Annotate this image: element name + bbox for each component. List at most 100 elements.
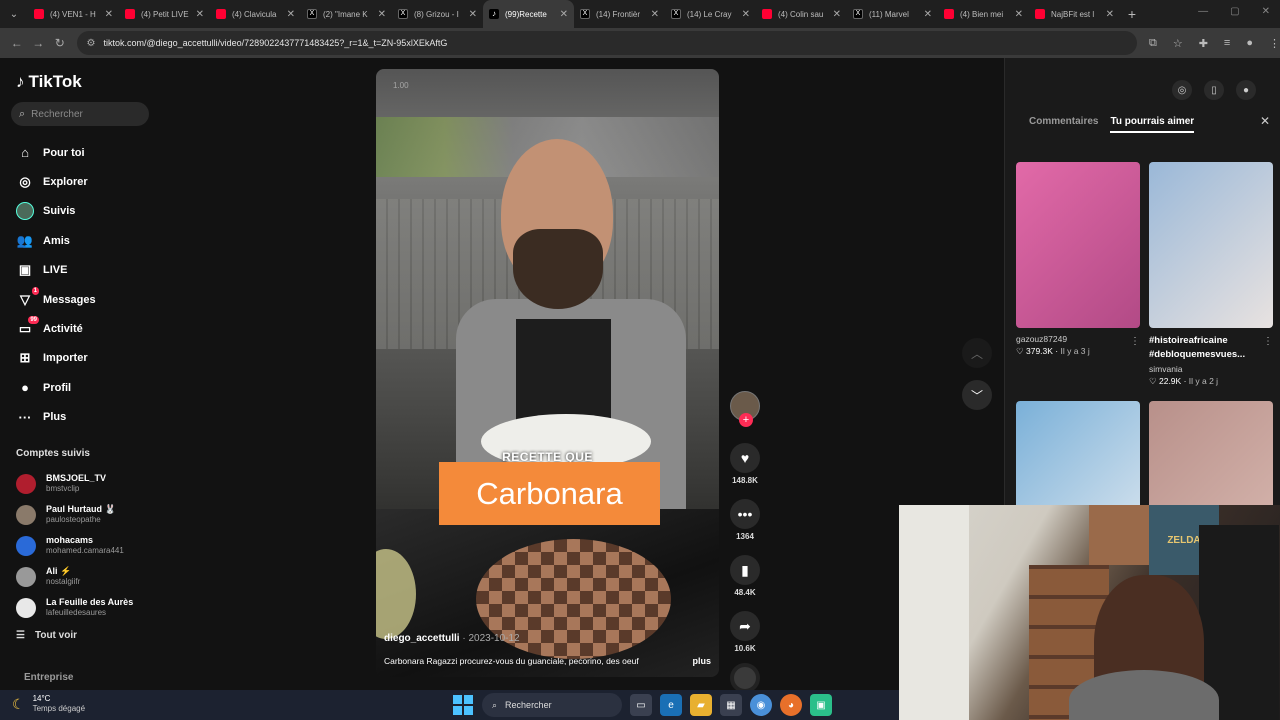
maximize-icon[interactable]: ▢ (1230, 6, 1239, 17)
nav-item-importer[interactable]: ⊞ Importer (16, 344, 96, 373)
tab-close-icon[interactable]: ✕ (287, 9, 295, 20)
like-button[interactable]: ♥ (730, 443, 760, 473)
tab-close-icon[interactable]: ✕ (196, 9, 204, 20)
chrome-icon[interactable]: ◉ (750, 694, 772, 716)
browser-tab[interactable]: (4) Colin sau ✕ (756, 0, 847, 28)
store-icon[interactable]: ▦ (720, 694, 742, 716)
new-tab-button[interactable]: + (1120, 6, 1144, 22)
tab-close-icon[interactable]: ✕ (378, 9, 386, 20)
close-window-icon[interactable]: ✕ (1262, 6, 1270, 17)
browser-tab[interactable]: X (14) Le Cray ✕ (665, 0, 756, 28)
recommended-video-card[interactable]: gazouz87249 ♡ 379.3K · Il y a 3 j ⋮ (1016, 162, 1140, 357)
nav-item-profil[interactable]: ● Profil (16, 373, 96, 402)
site-info-icon[interactable]: ⚙ (87, 38, 96, 49)
avatar[interactable]: ● (1236, 80, 1256, 100)
nav-item-suivis[interactable]: Suivis (16, 197, 96, 226)
video-description: Carbonara Ragazzi procurez-vous du guanc… (384, 656, 711, 666)
music-disc-icon[interactable] (730, 663, 760, 693)
device-icon[interactable]: ▯ (1204, 80, 1224, 100)
recommended-video-card[interactable]: #histoireafricaine #debloquemesvues... si… (1149, 162, 1273, 387)
browser-tab[interactable]: X (11) Marvel ✕ (847, 0, 938, 28)
nav-item-messages[interactable]: ▽ 1 Messages (16, 285, 96, 314)
video-player[interactable]: 1.00 RECETTE QUE Carbonara diego_accettu… (376, 69, 719, 677)
tab-search-icon[interactable]: ⌄ (0, 0, 28, 28)
following-account[interactable]: Paul Hurtaud 🐰 paulosteopathe (16, 499, 133, 530)
address-bar[interactable]: ⚙ tiktok.com/@diego_accettulli/video/728… (76, 31, 1137, 55)
taskbar-search[interactable]: ⌕ Rechercher (482, 693, 622, 717)
browser-tab[interactable]: X (8) Grizou - I ✕ (392, 0, 483, 28)
more-options-icon[interactable]: ⋮ (1130, 336, 1140, 347)
tab-media-icon[interactable]: ≡ (1224, 37, 1230, 50)
tab-close-icon[interactable]: ✕ (105, 9, 113, 20)
nav-item-live[interactable]: ▣ LIVE (16, 256, 96, 285)
tab-recommended[interactable]: Tu pourrais aimer (1110, 116, 1195, 133)
card-username[interactable]: gazouz87249 (1016, 334, 1140, 344)
tab-close-icon[interactable]: ✕ (924, 9, 932, 20)
nav-item-amis[interactable]: 👥 Amis (16, 226, 96, 255)
following-account[interactable]: La Feuille des Aurès lafeuilledesaures (16, 592, 133, 623)
firefox-icon[interactable]: ◕ (780, 694, 802, 716)
nav-item-plus[interactable]: ··· Plus (16, 403, 96, 432)
minimize-icon[interactable]: — (1198, 6, 1208, 17)
app-icon[interactable]: ▣ (810, 694, 832, 716)
nav-item-explorer[interactable]: ◎ Explorer (16, 167, 96, 196)
extensions-icon[interactable]: ✚ (1199, 37, 1208, 50)
save-button[interactable]: ▮ (730, 555, 760, 585)
playback-speed[interactable]: 1.00 (393, 81, 409, 90)
follow-plus-icon[interactable]: + (739, 413, 753, 427)
browser-tab[interactable]: ♪ (99)Recette ✕ (483, 0, 574, 28)
browser-tab[interactable]: (4) Petit LIVE ✕ (119, 0, 210, 28)
video-thumbnail[interactable] (1016, 162, 1140, 328)
task-view-icon[interactable]: ▭ (630, 694, 652, 716)
file-explorer-icon[interactable]: ▰ (690, 694, 712, 716)
browser-tab[interactable]: (4) Bien mei ✕ (938, 0, 1029, 28)
close-icon[interactable]: ✕ (1260, 114, 1270, 128)
next-video-button[interactable]: ﹀ (962, 380, 992, 410)
nav-item-pourtoi[interactable]: ⌂ Pour toi (16, 138, 96, 167)
reload-icon[interactable]: ↻ (49, 36, 71, 50)
edge-icon[interactable]: e (660, 694, 682, 716)
share-button[interactable]: ➦ (730, 611, 760, 641)
chevron-up-icon: ︿ (970, 346, 983, 361)
browser-tab[interactable]: NajBFit est l ✕ (1029, 0, 1120, 28)
browser-tab[interactable]: X (14) Frontièr ✕ (574, 0, 665, 28)
tab-close-icon[interactable]: ✕ (833, 9, 841, 20)
following-account[interactable]: BMSJOEL_TV bmstvclip (16, 468, 133, 499)
following-account[interactable]: mohacams mohamed.camara441 (16, 530, 133, 561)
previous-video-button[interactable]: ︿ (962, 338, 992, 368)
bookmark-star-icon[interactable]: ☆ (1173, 37, 1183, 50)
profile-icon[interactable]: ● (1246, 37, 1253, 50)
see-all-button[interactable]: ☰ Tout voir (16, 630, 77, 641)
following-account[interactable]: Ali ⚡ nostalgiifr (16, 561, 133, 592)
compass-icon[interactable]: ◎ (1172, 80, 1192, 100)
weather-widget[interactable]: ☾ 14°C Temps dégagé (12, 694, 85, 714)
menu-icon[interactable]: ⋮ (1269, 37, 1280, 50)
tab-close-icon[interactable]: ✕ (560, 9, 568, 20)
nav-item-activit[interactable]: ▭ 99 Activité (16, 314, 96, 343)
tab-close-icon[interactable]: ✕ (651, 9, 659, 20)
search-input[interactable]: ⌕ Rechercher (11, 102, 149, 126)
video-thumbnail[interactable] (1149, 162, 1273, 328)
card-username[interactable]: simvania (1149, 364, 1273, 374)
browser-tab[interactable]: (4) VEN1 - H ✕ (28, 0, 119, 28)
tab-close-icon[interactable]: ✕ (1106, 9, 1114, 20)
creator-avatar[interactable]: + (730, 391, 760, 427)
back-icon[interactable]: ← (6, 36, 28, 50)
tab-close-icon[interactable]: ✕ (469, 9, 477, 20)
comment-button[interactable]: ••• (730, 499, 760, 529)
footer-link[interactable]: Entreprise (24, 672, 73, 683)
translate-icon[interactable]: ⧉ (1149, 37, 1157, 50)
tab-close-icon[interactable]: ✕ (742, 9, 750, 20)
more-button[interactable]: plus (692, 656, 711, 666)
browser-tab[interactable]: (4) Clavicula ✕ (210, 0, 301, 28)
tab-title: (4) Clavicula (232, 9, 277, 19)
tab-close-icon[interactable]: ✕ (1015, 9, 1023, 20)
forward-icon[interactable]: → (28, 36, 50, 50)
windows-start-icon[interactable] (452, 694, 474, 716)
more-options-icon[interactable]: ⋮ (1263, 336, 1273, 347)
video-author[interactable]: diego_accettulli · 2023-10-12 (384, 633, 520, 644)
tab-comments[interactable]: Commentaires (1029, 116, 1098, 133)
browser-tab[interactable]: X (2) "Imane K ✕ (301, 0, 392, 28)
author-name[interactable]: diego_accettulli (384, 633, 460, 644)
tiktok-logo[interactable]: ♪ TikTok (16, 72, 82, 92)
